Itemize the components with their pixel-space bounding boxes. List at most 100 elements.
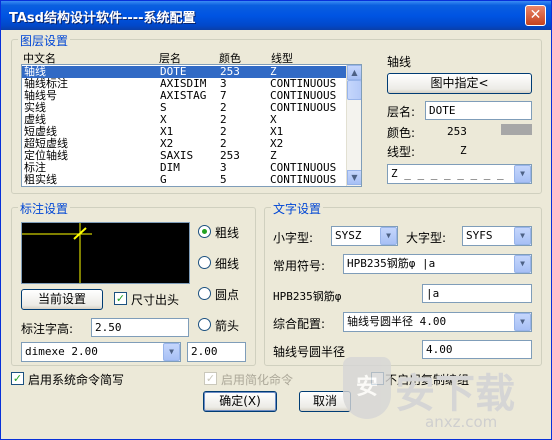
axis-color-swatch[interactable] [501, 124, 532, 135]
layer-cell-color: 2 [220, 137, 227, 150]
layer-row[interactable]: 轴线标注 AXISDIM 3 CONTINUOUS [22, 78, 347, 90]
layer-cell-layer: DOTE [160, 65, 187, 78]
layer-cell-layer: SAXIS [160, 149, 194, 162]
layer-list-scrollbar[interactable]: ▲ ▼ [346, 65, 361, 186]
chevron-down-icon[interactable]: ▼ [514, 255, 531, 273]
symbol-field[interactable]: |a [422, 284, 532, 303]
layer-cell-color: 7 [220, 89, 227, 102]
layer-cell-cn: 超短虚线 [24, 137, 68, 150]
dim-style-radio-label: 粗线 [215, 226, 240, 240]
dimexe-field[interactable]: 2.00 [187, 342, 246, 362]
size-exceed-checkbox[interactable]: ✓ [114, 292, 127, 305]
layer-cell-cn: 实线 [24, 101, 46, 114]
layer-row[interactable]: 轴线号 AXISTAG 7 CONTINUOUS [22, 90, 347, 102]
layer-cell-color: 2 [220, 125, 227, 138]
axis-color-value: 253 [447, 125, 467, 138]
axis-panel-title: 轴线 [387, 55, 412, 69]
config-combo[interactable]: 轴线号圆半径 4.00 ▼ [343, 312, 532, 332]
layer-cell-color: 2 [220, 113, 227, 126]
ok-button[interactable]: 确定(X) [203, 391, 277, 412]
axis-linetype-label: 线型: [387, 145, 416, 159]
close-button[interactable]: ✕ [525, 5, 546, 26]
dim-style-radio[interactable] [198, 318, 211, 331]
layer-list[interactable]: 粗实线 G 5 CONTINUOUS 标注 DIM 3 CONTINUOUS 定位轴线 SAXIS… [21, 64, 362, 187]
layer-cell-layer: S [160, 101, 167, 114]
layer-cell-linetype: CONTINUOUS [270, 101, 337, 114]
layer-row[interactable]: 轴线 DOTE 253 Z [22, 66, 347, 78]
big-font-value: SYFS [466, 229, 493, 242]
axis-linetype-combo[interactable]: Z _ _ _ _ _ _ _ _ ▼ [387, 164, 532, 184]
axis-linetype-value: Z [460, 144, 467, 157]
dimexe-combo[interactable]: dimexe 2.00 ▼ [21, 342, 181, 362]
config-combo-value: 轴线号圆半径 4.00 [347, 315, 447, 328]
enable-shortcuts-label: 启用系统命令简写 [28, 373, 125, 387]
radius-label: 轴线号圆半径 [273, 345, 346, 359]
dim-style-radio[interactable] [198, 287, 211, 300]
layer-row[interactable]: 超短虚线 X2 2 X2 [22, 138, 347, 150]
symbol-combo[interactable]: HPB235钢筋φ |a ▼ [343, 254, 532, 274]
layer-cell-cn: 粗实线 [24, 173, 57, 186]
layer-cell-linetype: CONTINUOUS [270, 173, 337, 186]
enable-simplified-checkbox[interactable]: ✓ [204, 372, 217, 385]
layer-cell-color: 5 [220, 173, 227, 186]
small-font-combo[interactable]: SYSZ ▼ [331, 226, 398, 246]
enable-shortcuts-checkbox[interactable]: ✓ [11, 372, 24, 385]
layer-cell-cn: 标注 [24, 161, 46, 174]
title-bar[interactable]: TAsd结构设计软件----系统配置 ✕ [1, 1, 551, 30]
dimexe-combo-value: dimexe 2.00 [25, 345, 98, 358]
config-label: 综合配置: [273, 317, 326, 331]
axis-layer-label: 层名: [387, 105, 416, 119]
layer-cell-cn: 轴线 [24, 65, 46, 78]
watermark-shield-icon: 安 [343, 357, 391, 419]
scroll-down-icon[interactable]: ▼ [347, 170, 361, 185]
watermark-url: anxz.com [425, 413, 498, 431]
text-height-field[interactable]: 2.50 [91, 318, 189, 337]
layer-cell-linetype: Z [270, 149, 277, 162]
pick-in-drawing-button[interactable]: 图中指定< [387, 73, 532, 94]
chevron-down-icon[interactable]: ▼ [514, 165, 531, 183]
chevron-down-icon[interactable]: ▼ [514, 313, 531, 331]
text-settings-legend: 文字设置 [271, 200, 324, 217]
layer-cell-cn: 短虚线 [24, 125, 57, 138]
enable-simplified-label: 启用简化命令 [221, 373, 294, 387]
config-dialog: TAsd结构设计软件----系统配置 ✕ 图层设置 中文名 层名 颜色 线型 粗… [0, 0, 552, 440]
dim-style-radio[interactable] [198, 256, 211, 269]
scroll-up-icon[interactable]: ▲ [347, 65, 361, 80]
layer-row[interactable]: 定位轴线 SAXIS 253 Z [22, 150, 347, 162]
layer-cell-layer: X1 [160, 125, 174, 138]
current-settings-label: 当前设置 [37, 292, 86, 306]
layer-row[interactable]: 粗实线 G 5 CONTINUOUS [22, 174, 347, 186]
symbol-field-label: HPB235钢筋φ [273, 290, 342, 303]
layer-cell-linetype: Z [270, 65, 277, 78]
layer-cell-layer: X [160, 113, 167, 126]
layer-cell-linetype: CONTINUOUS [270, 161, 337, 174]
axis-color-label: 颜色: [387, 126, 416, 140]
big-font-combo[interactable]: SYFS ▼ [462, 226, 532, 246]
scroll-thumb[interactable] [347, 80, 361, 100]
layer-row[interactable]: 实线 S 2 CONTINUOUS [22, 102, 347, 114]
dim-style-radio-label: 细线 [215, 257, 240, 271]
dim-settings-legend: 标注设置 [18, 200, 71, 217]
layer-cell-linetype: X2 [270, 137, 284, 150]
layer-cell-color: 3 [220, 77, 227, 90]
symbol-label: 常用符号: [273, 259, 326, 273]
layer-cell-layer: DIM [160, 161, 180, 174]
chevron-down-icon[interactable]: ▼ [514, 227, 531, 245]
window-title: TAsd结构设计软件----系统配置 [9, 11, 196, 26]
layer-cell-layer: G [160, 173, 167, 186]
layer-cell-cn: 定位轴线 [24, 149, 68, 162]
cancel-button-label: 取消 [312, 394, 337, 408]
layer-row[interactable]: 虚线 X 2 X [22, 114, 347, 126]
chevron-down-icon[interactable]: ▼ [163, 343, 180, 361]
dim-style-radio[interactable] [198, 225, 211, 238]
axis-layer-field[interactable]: DOTE [425, 101, 532, 120]
layer-cell-color: 253 [220, 149, 240, 162]
chevron-down-icon[interactable]: ▼ [380, 227, 397, 245]
current-settings-button[interactable]: 当前设置 [21, 289, 103, 310]
watermark: 安 安下载 anxz.com [343, 339, 552, 439]
dim-style-radio-label: 圆点 [215, 288, 240, 302]
layer-row[interactable]: 短虚线 X1 2 X1 [22, 126, 347, 138]
layer-row[interactable]: 标注 DIM 3 CONTINUOUS [22, 162, 347, 174]
layer-cell-layer: X2 [160, 137, 174, 150]
dim-preview [21, 222, 190, 284]
